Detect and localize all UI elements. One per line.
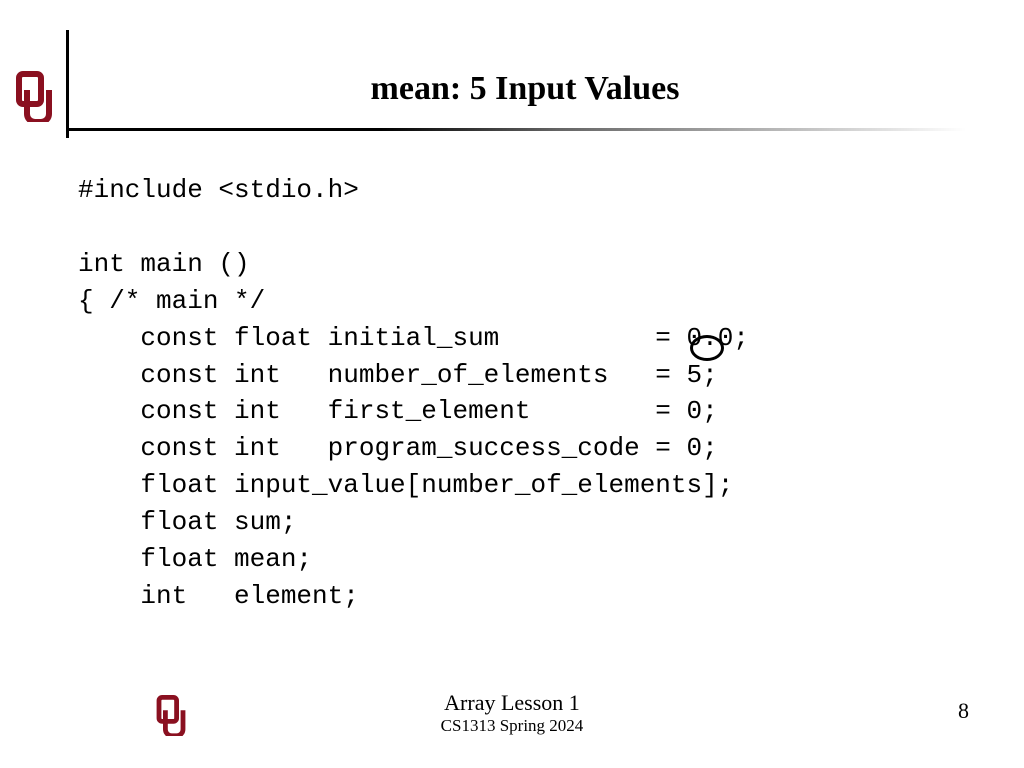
footer-lesson-title: Array Lesson 1 <box>0 691 1024 715</box>
code-block: #include <stdio.h> int main () { /* main… <box>78 172 749 615</box>
footer-course-term: CS1313 Spring 2024 <box>0 716 1024 736</box>
ou-logo-icon <box>14 70 54 122</box>
slide-title: mean: 5 Input Values <box>66 70 984 108</box>
page-number: 8 <box>958 698 969 724</box>
footer: Array Lesson 1 CS1313 Spring 2024 <box>0 691 1024 736</box>
header-horizontal-rule <box>66 128 966 131</box>
circle-annotation <box>690 335 724 361</box>
slide: mean: 5 Input Values #include <stdio.h> … <box>0 0 1024 768</box>
